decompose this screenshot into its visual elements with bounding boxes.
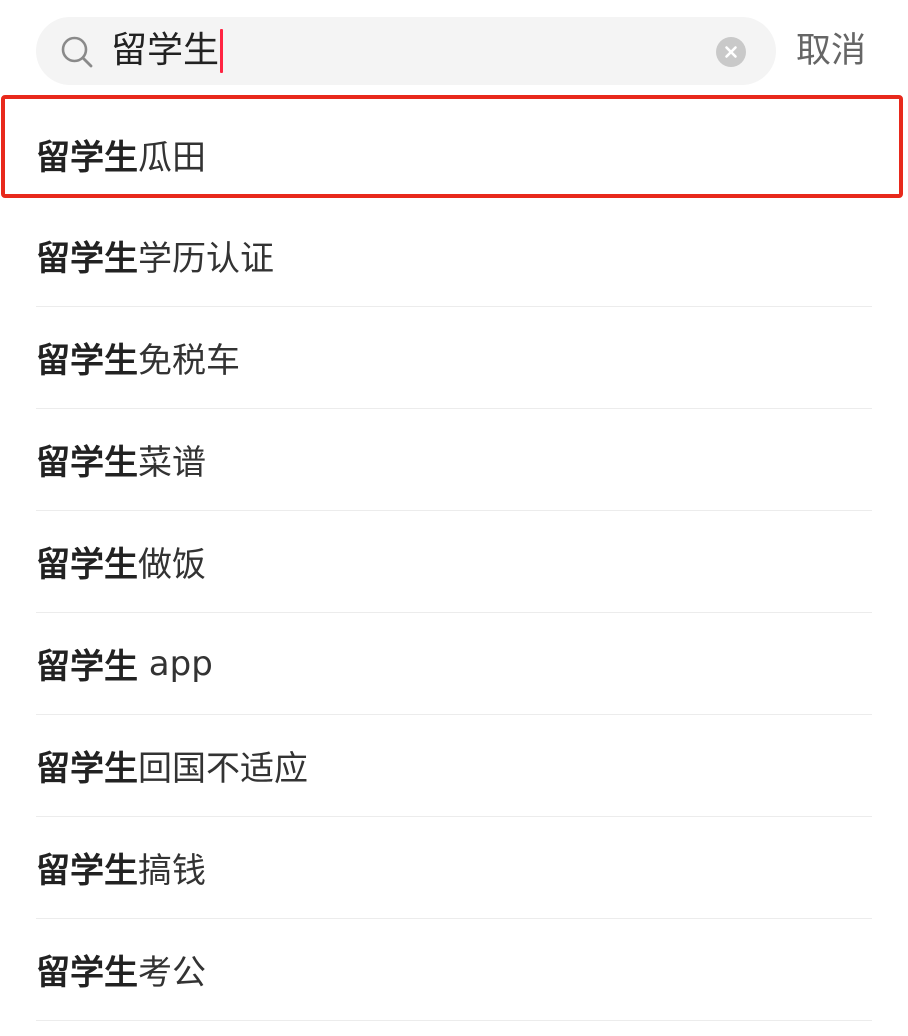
suggestion-item[interactable]: 留学生 回国不适应 <box>36 715 872 817</box>
suggestion-prefix: 留学生 <box>36 443 138 483</box>
suggestion-item[interactable]: 留学生 app <box>36 613 872 715</box>
suggestion-prefix: 留学生 <box>36 749 138 789</box>
suggestion-text: 回国不适应 <box>138 749 308 789</box>
suggestion-text: 做饭 <box>138 545 206 585</box>
clear-icon[interactable] <box>716 37 746 67</box>
suggestion-text: 搞钱 <box>138 851 206 891</box>
suggestion-prefix: 留学生 <box>36 851 138 891</box>
suggestion-text: 瓜田 <box>138 137 206 178</box>
search-icon <box>60 35 94 69</box>
suggestion-prefix: 留学生 <box>36 545 138 585</box>
search-query-text: 留学生 <box>111 30 220 71</box>
suggestion-item[interactable]: 留学生 菜谱 <box>36 409 872 511</box>
suggestion-text: 菜谱 <box>138 443 206 483</box>
suggestion-prefix: 留学生 <box>36 239 138 279</box>
suggestion-prefix: 留学生 <box>36 953 138 993</box>
suggestion-text: 免税车 <box>138 341 240 381</box>
suggestion-item[interactable]: 留学生 免税车 <box>36 307 872 409</box>
search-bar[interactable]: 留学生 <box>36 17 776 85</box>
suggestion-text: app <box>138 643 213 684</box>
suggestion-prefix: 留学生 <box>36 137 138 178</box>
suggestion-prefix: 留学生 <box>36 647 138 687</box>
search-page: 留学生 取消 留学生 瓜田 留学生 学历认证 留学生 免税车 留学生 菜谱 留学生 做饭 … <box>0 0 908 1036</box>
suggestion-item[interactable]: 留学生 瓜田 <box>36 103 872 205</box>
suggestion-text: 考公 <box>138 953 206 993</box>
suggestion-item[interactable]: 留学生 学历认证 <box>36 205 872 307</box>
suggestion-text: 学历认证 <box>138 239 274 279</box>
suggestion-prefix: 留学生 <box>36 341 138 381</box>
suggestion-item[interactable]: 留学生 做饭 <box>36 511 872 613</box>
text-caret <box>220 29 224 73</box>
search-input[interactable]: 留学生 <box>111 17 224 85</box>
suggestion-list: 留学生 瓜田 留学生 学历认证 留学生 免税车 留学生 菜谱 留学生 做饭 留学生 app… <box>0 103 908 1021</box>
cancel-button[interactable]: 取消 <box>796 17 866 85</box>
suggestion-item[interactable]: 留学生 搞钱 <box>36 817 872 919</box>
suggestion-item[interactable]: 留学生 考公 <box>36 919 872 1021</box>
